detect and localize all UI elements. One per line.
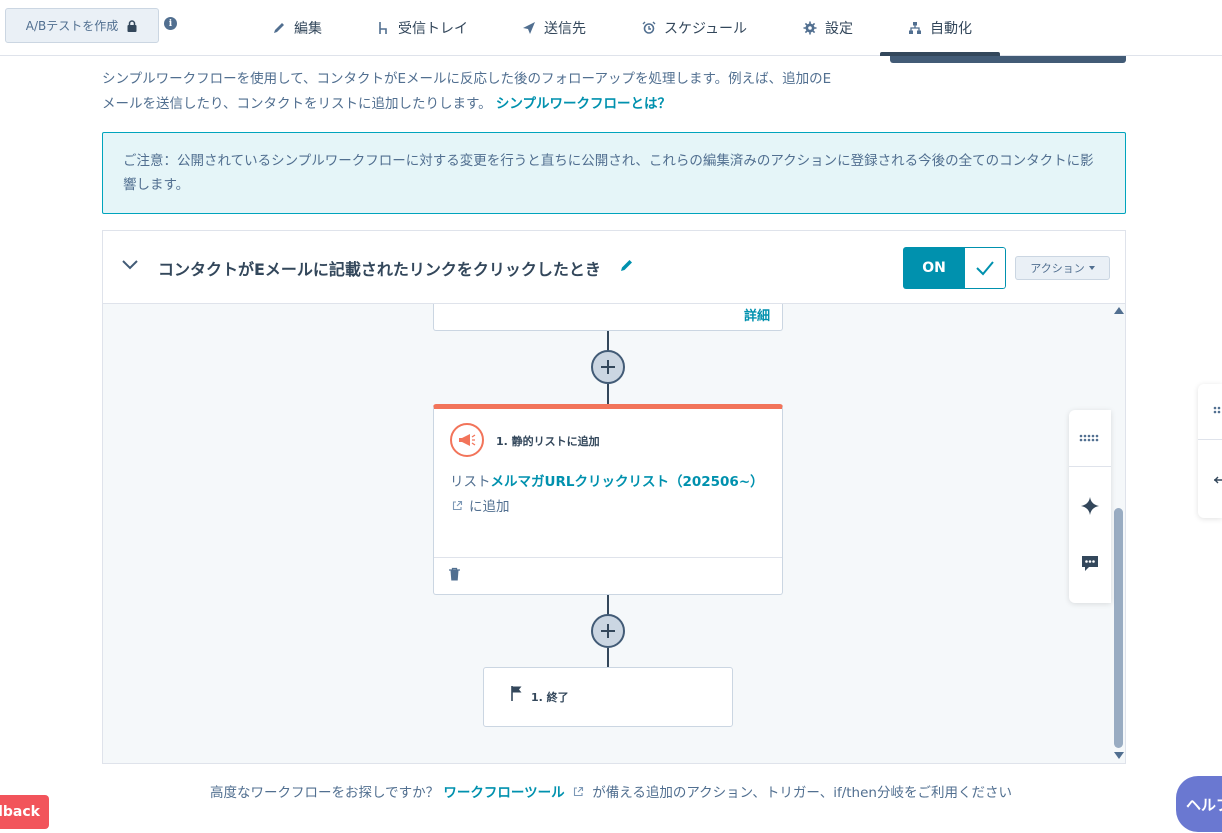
ab-test-button[interactable]: A/Bテストを作成 [5, 8, 159, 43]
chat-bubble-icon[interactable] [1069, 553, 1111, 573]
action-prefix: リスト [450, 474, 491, 490]
add-action-button[interactable] [591, 614, 625, 648]
workflow-on-toggle[interactable]: ON [903, 247, 1006, 289]
workflow-icon [909, 22, 921, 34]
list-name-link[interactable]: メルマガURLクリックリスト（202506~） [491, 474, 764, 490]
megaphone-icon [450, 423, 484, 457]
tab-settings[interactable]: 設定 [803, 0, 853, 56]
tab-schedule[interactable]: スケジュール [642, 0, 747, 56]
workflow-tool-link[interactable]: ワークフローツール [443, 785, 564, 801]
sparkle-ai-icon[interactable] [1069, 494, 1111, 518]
plus-icon [601, 360, 615, 374]
header-strip [890, 56, 1126, 63]
arrow-icon [1214, 476, 1222, 484]
caret-down-icon [1088, 266, 1095, 270]
right-edge-panel[interactable] [1198, 384, 1222, 518]
external-link-icon [452, 500, 463, 511]
pencil-icon [274, 23, 284, 33]
connector-line [607, 648, 609, 667]
tab-inbox[interactable]: 受信トレイ [376, 0, 468, 56]
footer-suffix: が備える追加のアクション、トリガー、if/then分岐をご利用ください [592, 785, 1012, 801]
grip-dots-icon [1213, 406, 1221, 414]
divider [1069, 466, 1111, 467]
end-label: 1. 終了 [531, 691, 569, 704]
tab-edit[interactable]: 編集 [272, 0, 322, 56]
chevron-down-icon[interactable] [121, 259, 139, 271]
help-button[interactable]: ヘルプ [1176, 776, 1222, 832]
tab-settings-label: 設定 [825, 21, 853, 37]
tab-inbox-label: 受信トレイ [398, 21, 468, 37]
actions-label: アクション [1030, 262, 1085, 275]
action-suffix: に追加 [469, 499, 510, 515]
checkmark-icon [976, 261, 994, 276]
action-card-footer [434, 557, 782, 595]
actions-dropdown-button[interactable]: アクション [1015, 256, 1110, 280]
info-icon[interactable]: i [164, 17, 177, 30]
connector-line [607, 384, 609, 404]
tab-automation-label: 自動化 [930, 21, 972, 37]
notice-banner: ご注意：公開されているシンプルワークフローに対する変更を行うと直ちに公開され、こ… [102, 132, 1126, 214]
tab-automation[interactable]: 自動化 [880, 0, 1000, 56]
simple-workflow-help-link[interactable]: シンプルワークフローとは？ [496, 96, 671, 112]
notice-text: ご注意：公開されているシンプルワークフローに対する変更を行うと直ちに公開され、こ… [123, 153, 1094, 193]
action-card[interactable]: 1. 静的リストに追加 リストメルマガURLクリックリスト（202506~） に… [433, 404, 783, 595]
tab-schedule-label: スケジュール [664, 21, 748, 37]
intro-text: シンプルワークフローを使用して、コンタクトがEメールに反応した後のフォローアップ… [102, 67, 842, 117]
footer-prefix: 高度なワークフローをお探しですか？ [210, 785, 440, 801]
help-label: ヘルプ [1186, 795, 1222, 814]
workflow-panel: コンタクトがEメールに記載されたリンクをクリックしたとき ON アクション 詳細… [102, 230, 1126, 764]
lock-icon [127, 19, 137, 32]
grip-dots-icon[interactable] [1069, 430, 1111, 446]
feedback-label: dback [0, 804, 40, 820]
action-body: リストメルマガURLクリックリスト（202506~） に追加 [450, 470, 770, 520]
advanced-workflow-note: 高度なワークフローをお探しですか？ ワークフローツール が備える追加のアクション… [0, 781, 1222, 801]
end-card: 1. 終了 [483, 667, 733, 727]
edit-pencil-icon[interactable] [619, 258, 634, 273]
canvas-scrollbar[interactable] [1112, 304, 1125, 763]
tab-recipients-label: 送信先 [544, 21, 586, 37]
trash-icon[interactable] [448, 567, 461, 582]
tab-recipients[interactable]: 送信先 [522, 0, 586, 56]
flag-icon [511, 686, 522, 701]
alarm-icon [642, 21, 656, 34]
side-tool-panel [1069, 410, 1111, 603]
scroll-up-arrow[interactable] [1114, 307, 1124, 314]
connector-line [607, 595, 609, 615]
ab-test-label: A/Bテストを作成 [25, 19, 119, 33]
connector-line [607, 331, 609, 351]
send-icon [523, 22, 535, 34]
workflow-trigger-title: コンタクトがEメールに記載されたリンクをクリックしたとき [158, 260, 601, 279]
top-navigation-bar: A/Bテストを作成 i 編集 受信トレイ 送信先 スケジュール 設定 自動化 [0, 0, 1222, 56]
feedback-button[interactable]: dback [0, 795, 49, 829]
scroll-down-arrow[interactable] [1114, 752, 1124, 759]
add-action-button[interactable] [591, 350, 625, 384]
toggle-check [965, 247, 1006, 289]
trigger-card: 詳細 [433, 304, 783, 331]
plus-icon [601, 624, 615, 638]
gear-icon [803, 21, 817, 35]
action-title: 1. 静的リストに追加 [496, 435, 600, 448]
toggle-on-label: ON [903, 247, 965, 289]
intro-description: シンプルワークフローを使用して、コンタクトがEメールに反応した後のフォローアップ… [102, 71, 832, 112]
workflow-canvas: 詳細 1. 静的リストに追加 リストメルマガURLクリックリスト（202506~… [103, 304, 1125, 763]
detail-link[interactable]: 詳細 [744, 305, 770, 324]
branch-icon [379, 22, 387, 34]
divider [1198, 439, 1222, 440]
tab-edit-label: 編集 [294, 21, 322, 37]
scrollbar-thumb[interactable] [1114, 508, 1123, 748]
external-link-icon [573, 786, 583, 797]
workflow-header: コンタクトがEメールに記載されたリンクをクリックしたとき ON アクション [103, 231, 1125, 304]
